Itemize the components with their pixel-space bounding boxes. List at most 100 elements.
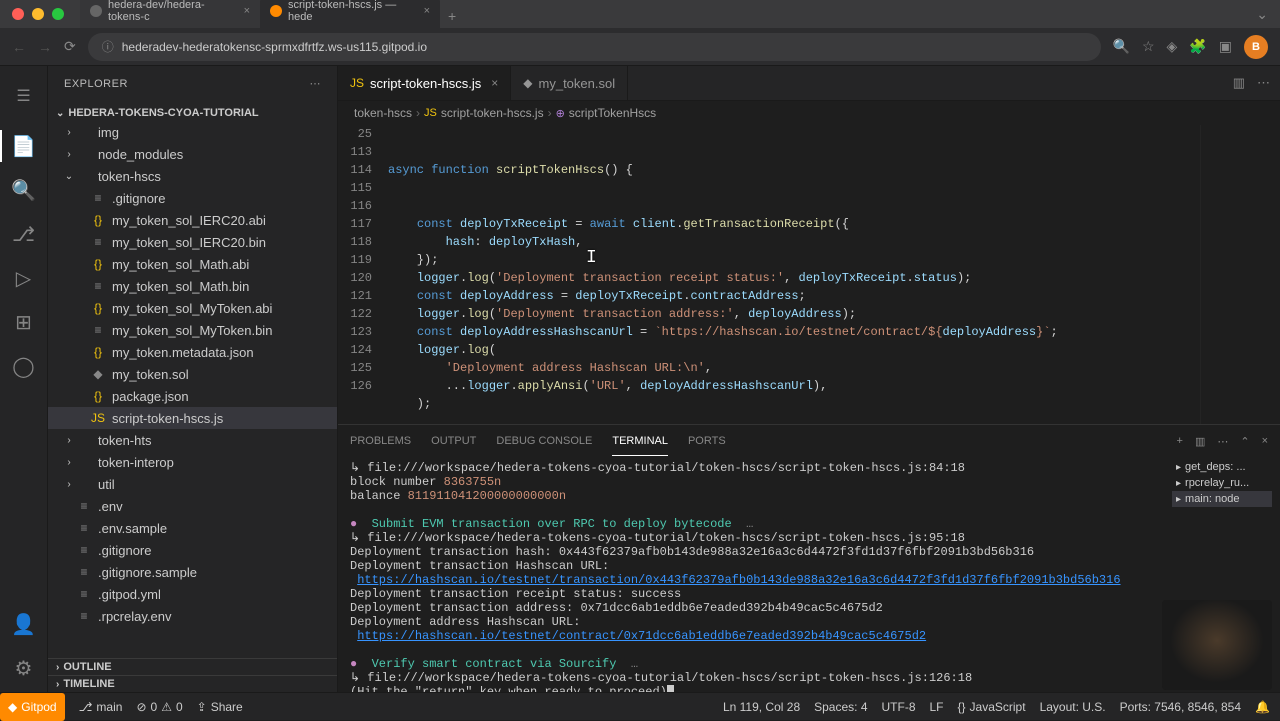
minimize-window-button[interactable]: [32, 8, 44, 20]
code-line[interactable]: 'Deployment address Hashscan URL:\n',: [388, 359, 1200, 377]
code-line[interactable]: logger.log(: [388, 341, 1200, 359]
file-item[interactable]: JSscript-token-hscs.js: [48, 407, 337, 429]
folder-item[interactable]: ⌄token-hscs: [48, 165, 337, 187]
language-mode[interactable]: {} JavaScript: [958, 700, 1026, 714]
folder-item[interactable]: ›token-hts: [48, 429, 337, 451]
file-item[interactable]: ≡.rpcrelay.env: [48, 605, 337, 627]
debug-icon[interactable]: ▷: [12, 266, 36, 290]
explorer-more-icon[interactable]: ⋯: [310, 77, 322, 90]
project-root[interactable]: ⌄ HEDERA-TOKENS-CYOA-TUTORIAL: [48, 105, 337, 121]
extensions-icon[interactable]: ⊞: [12, 310, 36, 334]
code-line[interactable]: logger.log('Deployment transaction recei…: [388, 269, 1200, 287]
close-panel-icon[interactable]: ×: [1262, 435, 1268, 447]
file-item[interactable]: ≡my_token_sol_Math.bin: [48, 275, 337, 297]
encoding[interactable]: UTF-8: [882, 700, 916, 714]
maximize-panel-icon[interactable]: ⌃: [1240, 435, 1249, 448]
panel-tab-problems[interactable]: PROBLEMS: [350, 427, 411, 455]
breadcrumb-item[interactable]: script-token-hscs.js: [441, 106, 544, 120]
terminal-list-item[interactable]: ▸ main: node: [1172, 491, 1272, 507]
gitpod-badge[interactable]: ◆ Gitpod: [0, 693, 65, 721]
extensions-menu-icon[interactable]: 🧩: [1189, 38, 1206, 55]
panel-tab-ports[interactable]: PORTS: [688, 427, 726, 455]
explorer-icon[interactable]: 📄: [12, 134, 36, 158]
folder-item[interactable]: ›token-interop: [48, 451, 337, 473]
indentation[interactable]: Spaces: 4: [814, 700, 867, 714]
notifications-icon[interactable]: 🔔: [1255, 700, 1270, 714]
code-content[interactable]: async function scriptTokenHscs() { const…: [388, 125, 1200, 424]
timeline-section[interactable]: › TIMELINE: [48, 675, 337, 692]
breadcrumb-item[interactable]: token-hscs: [354, 106, 412, 120]
file-item[interactable]: {}my_token_sol_MyToken.abi: [48, 297, 337, 319]
code-line[interactable]: hash: deployTxHash,: [388, 233, 1200, 251]
minimap[interactable]: [1200, 125, 1280, 424]
panel-tab-debug[interactable]: DEBUG CONSOLE: [496, 427, 592, 455]
terminal-output[interactable]: ↳ file:///workspace/hedera-tokens-cyoa-t…: [338, 457, 1280, 692]
split-terminal-icon[interactable]: ▥: [1195, 435, 1205, 448]
forward-button[interactable]: →: [38, 39, 52, 55]
zoom-icon[interactable]: 🔍: [1113, 38, 1130, 55]
code-line[interactable]: ...logger.applyAnsi('URL', deployAddress…: [388, 377, 1200, 395]
settings-gear-icon[interactable]: ⚙: [12, 656, 36, 680]
cursor-position[interactable]: Ln 119, Col 28: [723, 700, 800, 714]
github-icon[interactable]: ◯: [12, 354, 36, 378]
code-line[interactable]: logger.log('Deployment transaction addre…: [388, 305, 1200, 323]
share-button[interactable]: ⇪ Share: [197, 700, 243, 714]
breadcrumb[interactable]: token-hscs › JS script-token-hscs.js › ⊕…: [338, 101, 1280, 125]
file-item[interactable]: {}package.json: [48, 385, 337, 407]
more-icon[interactable]: ⋯: [1217, 435, 1228, 448]
new-terminal-icon[interactable]: +: [1177, 435, 1183, 447]
browser-tab-gitpod[interactable]: script-token-hscs.js — hede ×: [260, 0, 440, 28]
file-item[interactable]: ≡my_token_sol_IERC20.bin: [48, 231, 337, 253]
panel-tab-output[interactable]: OUTPUT: [431, 427, 476, 455]
close-tab-icon[interactable]: ×: [424, 5, 430, 17]
chevron-down-icon[interactable]: ⌄: [1256, 6, 1268, 23]
keyboard-layout[interactable]: Layout: U.S.: [1040, 700, 1106, 714]
profile-avatar[interactable]: B: [1244, 35, 1268, 59]
back-button[interactable]: ←: [12, 39, 26, 55]
outline-section[interactable]: › OUTLINE: [48, 658, 337, 675]
maximize-window-button[interactable]: [52, 8, 64, 20]
code-line[interactable]: const deployAddressHashscanUrl = `https:…: [388, 323, 1200, 341]
file-item[interactable]: {}my_token_sol_Math.abi: [48, 253, 337, 275]
bookmark-icon[interactable]: ☆: [1142, 38, 1155, 55]
editor-tab-script[interactable]: JS script-token-hscs.js ×: [338, 66, 511, 100]
code-line[interactable]: );: [388, 395, 1200, 413]
breadcrumb-item[interactable]: scriptTokenHscs: [569, 106, 656, 120]
close-tab-icon[interactable]: ×: [491, 76, 498, 90]
address-bar[interactable]: ⓘ hederadev-hederatokensc-sprmxdfrtfz.ws…: [88, 33, 1101, 61]
more-actions-icon[interactable]: ⋯: [1257, 75, 1270, 91]
file-item[interactable]: ◆my_token.sol: [48, 363, 337, 385]
close-tab-icon[interactable]: ×: [244, 5, 250, 17]
file-item[interactable]: {}my_token.metadata.json: [48, 341, 337, 363]
code-line[interactable]: });: [388, 251, 1200, 269]
panel-tab-terminal[interactable]: TERMINAL: [612, 427, 668, 456]
file-item[interactable]: ≡.gitignore.sample: [48, 561, 337, 583]
extension-icon-2[interactable]: ▣: [1219, 38, 1232, 55]
close-window-button[interactable]: [12, 8, 24, 20]
editor-tab-solidity[interactable]: ◆ my_token.sol: [511, 66, 628, 100]
code-line[interactable]: const deployTxReceipt = await client.get…: [388, 215, 1200, 233]
reload-button[interactable]: ⟳: [64, 38, 76, 55]
file-item[interactable]: {}my_token_sol_IERC20.abi: [48, 209, 337, 231]
file-item[interactable]: ≡.env.sample: [48, 517, 337, 539]
file-item[interactable]: ≡.gitignore: [48, 539, 337, 561]
terminal-list-item[interactable]: ▸ rpcrelay_ru...: [1172, 475, 1272, 491]
split-editor-icon[interactable]: ▥: [1233, 75, 1245, 91]
account-icon[interactable]: 👤: [12, 612, 36, 636]
folder-item[interactable]: ›util: [48, 473, 337, 495]
code-editor[interactable]: 25 1131141151161171181191201211221231241…: [338, 125, 1280, 424]
menu-button[interactable]: ☰: [16, 78, 30, 114]
file-item[interactable]: ≡.gitpod.yml: [48, 583, 337, 605]
terminal-list-item[interactable]: ▸ get_deps: ...: [1172, 459, 1272, 475]
file-item[interactable]: ≡my_token_sol_MyToken.bin: [48, 319, 337, 341]
file-item[interactable]: ≡.env: [48, 495, 337, 517]
file-item[interactable]: ≡.gitignore: [48, 187, 337, 209]
code-line[interactable]: const deployAddress = deployTxReceipt.co…: [388, 287, 1200, 305]
folder-item[interactable]: ›img: [48, 121, 337, 143]
problems-count[interactable]: ⊘0 ⚠0: [136, 700, 182, 714]
new-tab-button[interactable]: +: [440, 4, 464, 28]
code-line[interactable]: [388, 413, 1200, 424]
browser-tab-github[interactable]: hedera-dev/hedera-tokens-c ×: [80, 0, 260, 28]
source-control-icon[interactable]: ⎇: [12, 222, 36, 246]
eol[interactable]: LF: [930, 700, 944, 714]
